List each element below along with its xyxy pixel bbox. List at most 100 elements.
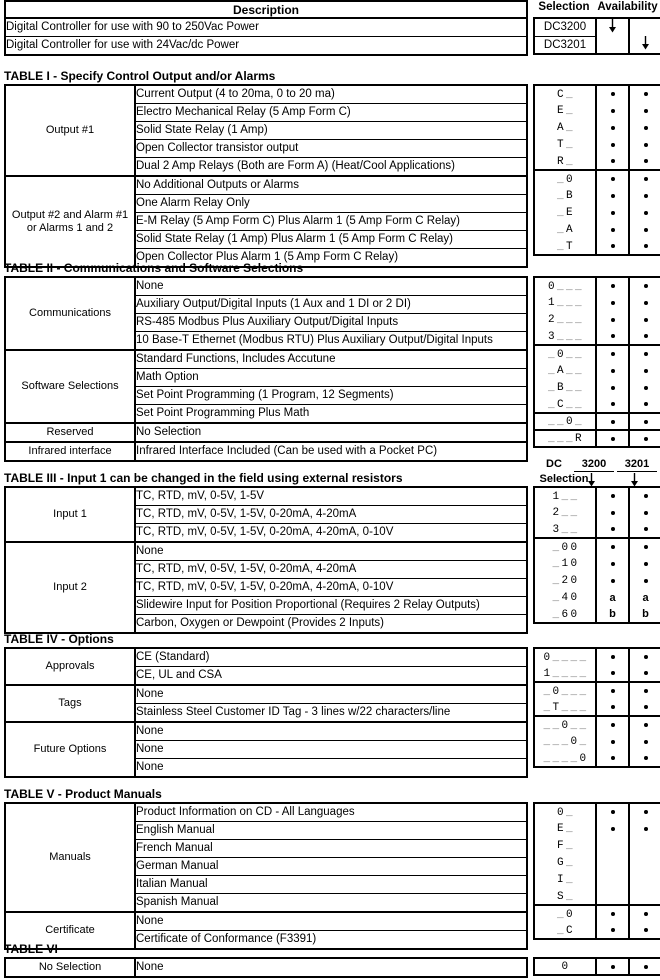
row-group-label: Approvals: [5, 648, 136, 685]
table-row: 60 bb: [534, 606, 660, 623]
row-description: None: [135, 758, 527, 777]
row-description: Certificate of Conformance (F3391): [135, 930, 527, 949]
availability-note: a: [609, 591, 616, 604]
selection-cell: 3: [534, 328, 597, 345]
selection-code: A: [556, 122, 574, 134]
row-description: TC, RTD, mV, 0-5V, 1-5V, 0-20mA, 4-20mA,…: [135, 523, 527, 542]
selection-code: 3: [547, 331, 583, 343]
selection-code: 00: [552, 542, 579, 554]
availability-dot: [628, 136, 660, 153]
table-row: No Selection None: [5, 958, 527, 977]
table-row: C: [534, 85, 660, 102]
table-caption: TABLE VI: [4, 942, 58, 956]
down-arrow-icon: [588, 473, 595, 487]
selection-cell: 0: [534, 733, 597, 750]
availability-dot: [596, 311, 629, 328]
row-description: Solid State Relay (1 Amp): [135, 121, 527, 140]
selection-code: 3: [552, 524, 578, 536]
table-row: Digital Controller for use with 24Vac/dc…: [5, 36, 527, 55]
table-row: 00: [534, 537, 660, 555]
availability-dot: [628, 958, 660, 975]
availability-dot: [628, 803, 660, 820]
availability-dot: [596, 204, 629, 221]
table-row: 40 aa: [534, 589, 660, 606]
selection-cell: 1: [534, 665, 597, 682]
down-arrow-icon: [631, 473, 638, 487]
row-group-label: Future Options: [5, 721, 136, 777]
selection-code: E: [556, 105, 574, 117]
selection-code: F: [556, 840, 574, 852]
row-description: English Manual: [135, 821, 527, 840]
availability-dot: [628, 665, 660, 682]
dc3201-column-header: 3201: [617, 458, 657, 472]
dc3201-arrow: [630, 473, 639, 492]
table-caption: TABLE IV - Options: [4, 632, 114, 646]
table-row: B: [534, 379, 660, 396]
selection-cell: 60: [534, 606, 597, 623]
availability-dot: [628, 379, 660, 396]
availability-dot: [596, 169, 629, 187]
selection-cell: B: [534, 379, 597, 396]
availability-empty: [628, 837, 660, 854]
row-description: Digital Controller for use with 90 to 25…: [6, 21, 259, 33]
selection-code: 1: [543, 668, 587, 680]
selection-cell: 0: [534, 344, 597, 362]
table-row: S: [534, 888, 660, 905]
availability-dot: [596, 136, 629, 153]
availability-dot: [596, 820, 629, 837]
table-row: Certificate None: [5, 911, 527, 949]
availability-dot: [628, 396, 660, 413]
table-row: 0: [534, 412, 660, 430]
availability-empty: [628, 18, 660, 36]
availability-dot: [628, 169, 660, 187]
table-row: 3: [534, 521, 660, 538]
selection-code: E: [556, 207, 574, 219]
availability-dot: [628, 681, 660, 699]
availability-dot: [596, 487, 629, 504]
selection-cell: E: [534, 820, 597, 837]
availability-dot: [596, 572, 629, 589]
availability-dot: [596, 555, 629, 572]
selection-code: A: [556, 224, 574, 236]
availability-dot: [596, 750, 629, 767]
availability-dot: [628, 572, 660, 589]
selection-cell: I: [534, 871, 597, 888]
availability-dot: [628, 328, 660, 345]
table-row: 2: [534, 504, 660, 521]
selection-code: C: [556, 925, 574, 937]
availability-empty: [596, 888, 629, 905]
selection-code: G: [556, 857, 574, 869]
selection-code: S: [556, 891, 574, 903]
table-row: A: [534, 119, 660, 136]
row-group-label: Tags: [5, 684, 136, 722]
row-description: Spanish Manual: [135, 893, 527, 912]
selection-code: 2: [552, 507, 578, 519]
selection-code: T: [543, 702, 588, 714]
availability-empty: [596, 837, 629, 854]
row-description: None: [135, 721, 527, 741]
availability-dot: [628, 102, 660, 119]
selection-code: 0: [543, 736, 588, 748]
selection-cell: 0: [534, 169, 597, 187]
table-row: Digital Controller for use with 90 to 25…: [5, 18, 527, 37]
row-group-label: Reserved: [5, 422, 136, 442]
table-row: 1: [534, 294, 660, 311]
availability-dot: [596, 521, 629, 538]
selection-code: R: [556, 156, 574, 168]
row-group-label: Communications: [5, 277, 136, 350]
availability-dot: [628, 429, 660, 447]
row-group-label: Input 2: [5, 541, 136, 633]
table-row: E: [534, 102, 660, 119]
selection-cell: 00: [534, 537, 597, 555]
selection-code: 0: [547, 281, 583, 293]
row-description: Infrared Interface Included (Can be used…: [135, 441, 527, 461]
table-row: Communications None: [5, 277, 527, 350]
selection-cell: 0: [534, 715, 597, 733]
table-row: 0: [534, 277, 660, 294]
row-description: None: [135, 541, 527, 561]
table-caption: TABLE I - Specify Control Output and/or …: [4, 69, 276, 83]
selection-cell: B: [534, 187, 597, 204]
selection-code: 20: [552, 575, 579, 587]
availability-dot: [628, 922, 660, 939]
row-description: E-M Relay (5 Amp Form C) Plus Alarm 1 (5…: [135, 212, 527, 231]
